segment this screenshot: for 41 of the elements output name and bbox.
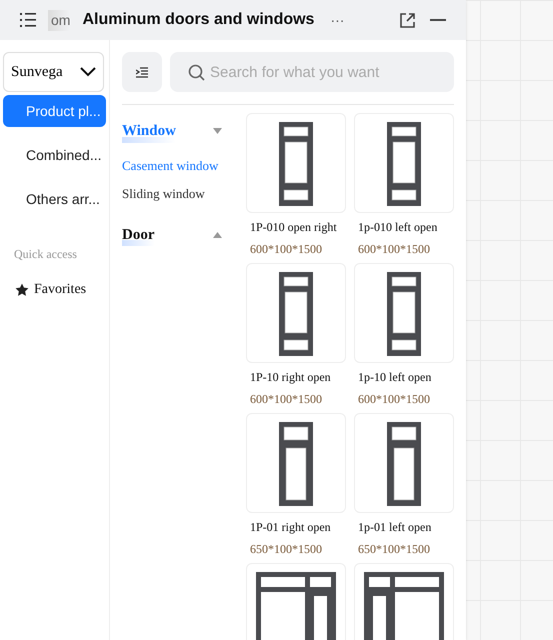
external-link-icon[interactable] — [400, 12, 415, 28]
product-name: 1P-10 right open — [249, 369, 332, 386]
product-size: 600*100*1500 — [249, 391, 323, 408]
subcategory-item[interactable]: Casement window — [122, 156, 234, 175]
product-card[interactable] — [354, 563, 454, 640]
product-card[interactable] — [354, 113, 454, 213]
search-field[interactable]: Search for what you want — [170, 52, 454, 92]
product-size: 600*100*1500 — [357, 241, 431, 258]
product-card[interactable] — [246, 413, 346, 513]
sidebar-item[interactable]: Product pl... — [3, 95, 106, 127]
product-name: 1P-01 right open — [249, 519, 332, 536]
more-button[interactable]: ··· — [330, 10, 344, 30]
sidebar-item[interactable]: Combined... — [3, 139, 106, 171]
brand-select[interactable]: Sunvega — [3, 52, 104, 92]
product-name: 1p-01 left open — [357, 519, 432, 536]
product-size: 650*100*1500 — [249, 541, 323, 558]
product-card[interactable] — [354, 263, 454, 363]
caret-down-icon[interactable] — [213, 128, 222, 134]
collapse-button[interactable] — [122, 52, 162, 92]
product-size: 600*100*1500 — [249, 241, 323, 258]
product-name: 1p-010 left open — [357, 219, 438, 236]
star-icon — [15, 282, 29, 296]
subcategory-item[interactable]: Sliding window — [122, 184, 234, 204]
list-indent-icon — [136, 66, 148, 78]
favorites-item[interactable]: Favorites — [3, 279, 106, 300]
window-title: Aluminum doors and windows — [82, 10, 314, 30]
search-icon — [188, 64, 205, 81]
tab-label[interactable]: om — [48, 10, 70, 30]
section-label: Quick access — [13, 246, 78, 263]
sidebar-item[interactable]: Others arr... — [3, 183, 106, 215]
caret-up-icon[interactable] — [213, 232, 222, 238]
product-card[interactable] — [246, 113, 346, 213]
menu-icon[interactable] — [20, 13, 36, 27]
product-card[interactable] — [246, 563, 346, 640]
product-size: 650*100*1500 — [357, 541, 431, 558]
product-name: 1P-010 open right — [249, 219, 338, 236]
product-size: 600*100*1500 — [357, 391, 431, 408]
chevron-down-icon — [80, 67, 96, 77]
product-card[interactable] — [354, 413, 454, 513]
product-name: 1p-10 left open — [357, 369, 432, 386]
product-card[interactable] — [246, 263, 346, 363]
